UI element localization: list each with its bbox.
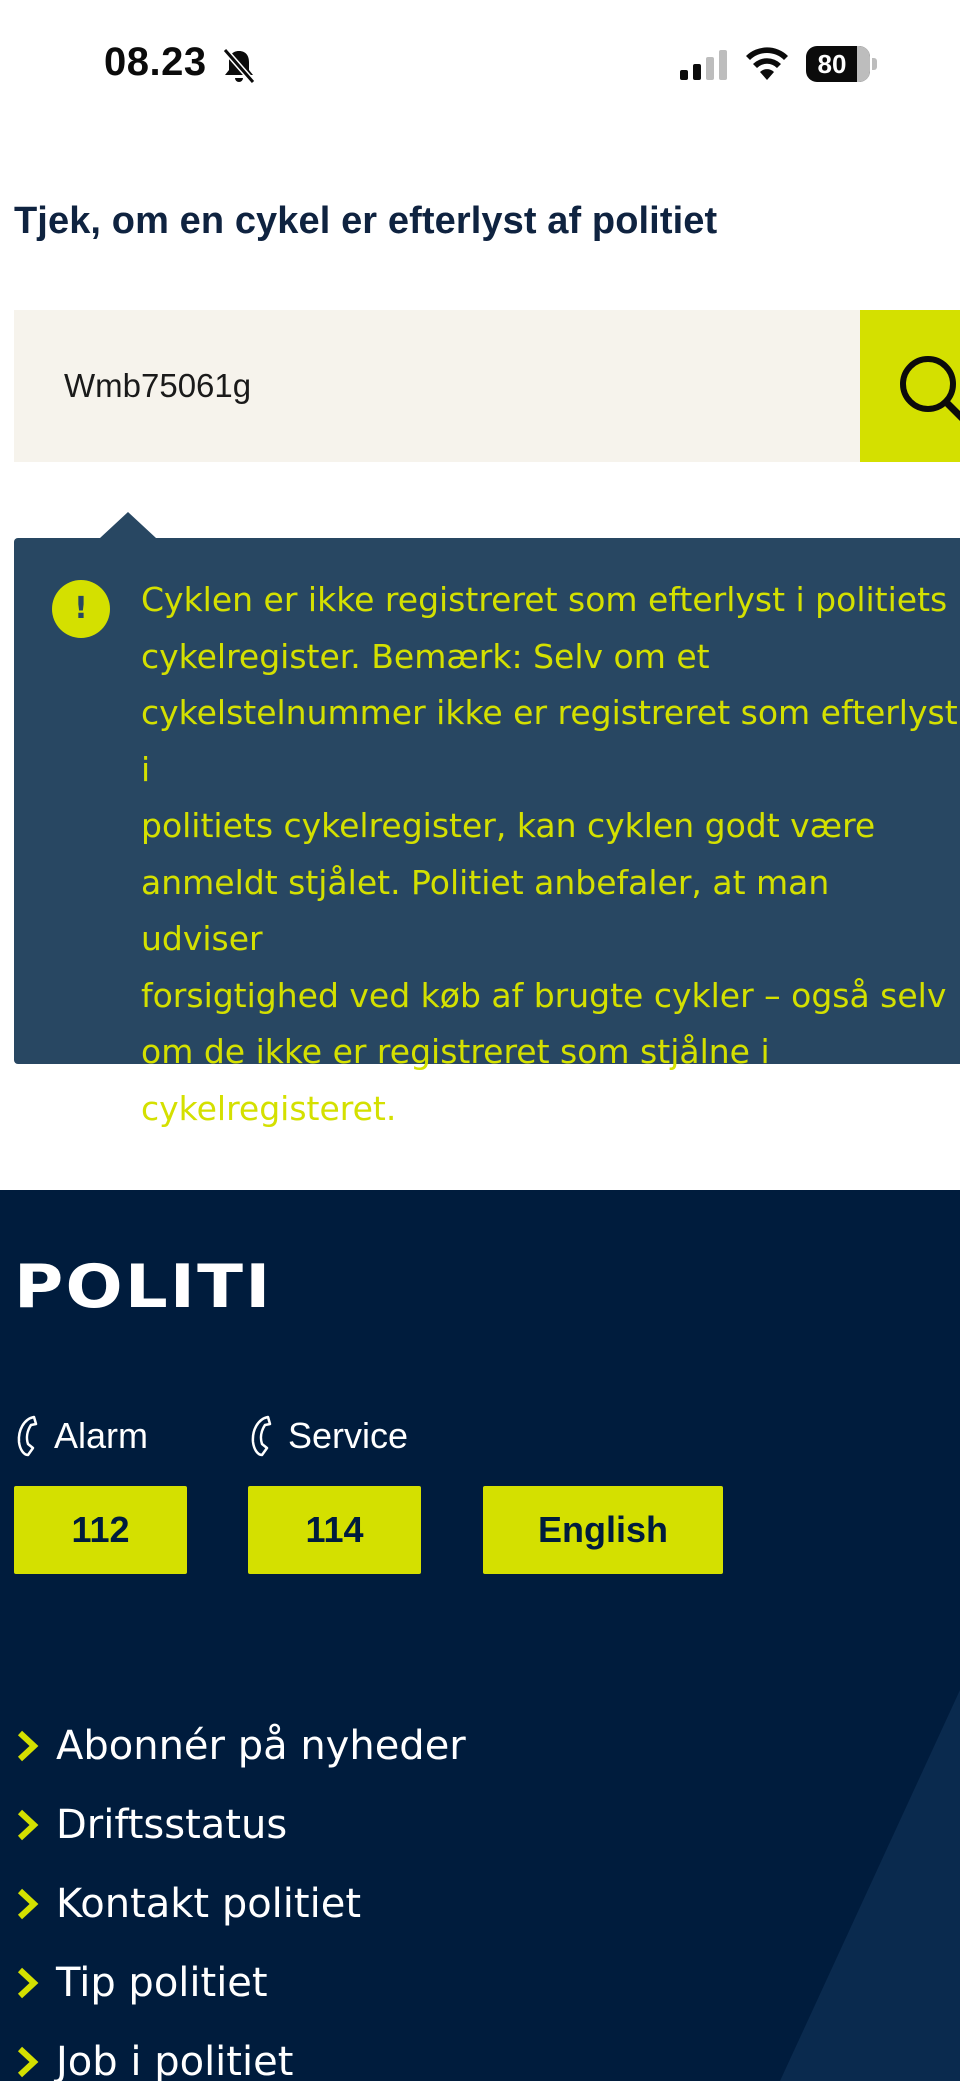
chevron-right-icon bbox=[17, 2046, 39, 2077]
chevron-right-icon bbox=[17, 1809, 39, 1840]
footer-link-subscribe[interactable]: Abonnér på nyheder bbox=[14, 1706, 466, 1785]
chevron-right-icon bbox=[17, 1967, 39, 1998]
service-label: Service bbox=[248, 1412, 408, 1460]
footer-link-tip[interactable]: Tip politiet bbox=[14, 1943, 466, 2022]
service-label-text: Service bbox=[288, 1415, 409, 1456]
status-time: 08.23 bbox=[104, 40, 207, 84]
result-line: cykelstelnummer ikke er registreret som … bbox=[141, 693, 958, 789]
phone-icon bbox=[251, 1415, 272, 1457]
search-result-panel: ! Cyklen er ikke registreret som efterly… bbox=[14, 538, 960, 1128]
battery-indicator: 80 bbox=[806, 46, 877, 82]
result-line: cykelregisteret. bbox=[141, 1088, 397, 1128]
footer-links: Abonnér på nyheder Driftsstatus Kontakt … bbox=[14, 1706, 466, 2081]
footer-link-label: Tip politiet bbox=[56, 1959, 268, 2006]
footer-link-operating-status[interactable]: Driftsstatus bbox=[14, 1785, 466, 1864]
exclamation-icon: ! bbox=[52, 580, 110, 638]
chevron-right-icon bbox=[17, 1888, 39, 1919]
result-line: cykelregister. Bemærk: Selv om et bbox=[141, 636, 710, 676]
bell-muted-icon bbox=[222, 48, 256, 84]
callout-pointer bbox=[100, 512, 156, 538]
service-call-button[interactable]: 114 bbox=[248, 1486, 421, 1574]
footer-link-label: Driftsstatus bbox=[56, 1801, 288, 1848]
alarm-call-button[interactable]: 112 bbox=[14, 1486, 187, 1574]
footer-link-jobs[interactable]: Job i politiet bbox=[14, 2022, 466, 2081]
result-line: forsigtighed ved køb af brugte cykler – … bbox=[141, 975, 947, 1015]
page-title: Tjek, om en cykel er efterlyst af politi… bbox=[14, 200, 718, 242]
result-line: Cyklen er ikke registreret som efterlyst… bbox=[141, 580, 948, 619]
phone-icon bbox=[17, 1415, 38, 1457]
footer-link-label: Abonnér på nyheder bbox=[56, 1722, 466, 1769]
alarm-label-text: Alarm bbox=[54, 1415, 149, 1456]
search-icon bbox=[900, 356, 960, 421]
site-footer: POLITI Alarm Service 112 114 English Abo… bbox=[0, 1190, 960, 2081]
cellular-signal-icon bbox=[680, 50, 727, 80]
frame-number-search-input[interactable] bbox=[14, 310, 860, 462]
footer-link-label: Kontakt politiet bbox=[56, 1880, 361, 1927]
result-message: Cyklen er ikke registreret som efterlyst… bbox=[141, 572, 960, 1137]
footer-link-label: Job i politiet bbox=[56, 2038, 294, 2081]
result-line: anmeldt stjålet. Politiet anbefaler, at … bbox=[141, 862, 830, 959]
footer-link-contact[interactable]: Kontakt politiet bbox=[14, 1864, 466, 1943]
status-bar: 08.23 80 bbox=[0, 0, 960, 130]
result-line: politiets cykelregister, kan cyklen godt… bbox=[141, 806, 876, 845]
wifi-icon bbox=[746, 47, 788, 80]
politi-logo[interactable]: POLITI bbox=[14, 1252, 272, 1322]
english-button[interactable]: English bbox=[483, 1486, 723, 1574]
battery-percent: 80 bbox=[817, 49, 847, 79]
alarm-label: Alarm bbox=[14, 1412, 148, 1460]
search-button[interactable] bbox=[860, 310, 960, 462]
chevron-right-icon bbox=[17, 1730, 39, 1761]
result-line: om de ikke er registreret som stjålne i bbox=[141, 1032, 770, 1071]
